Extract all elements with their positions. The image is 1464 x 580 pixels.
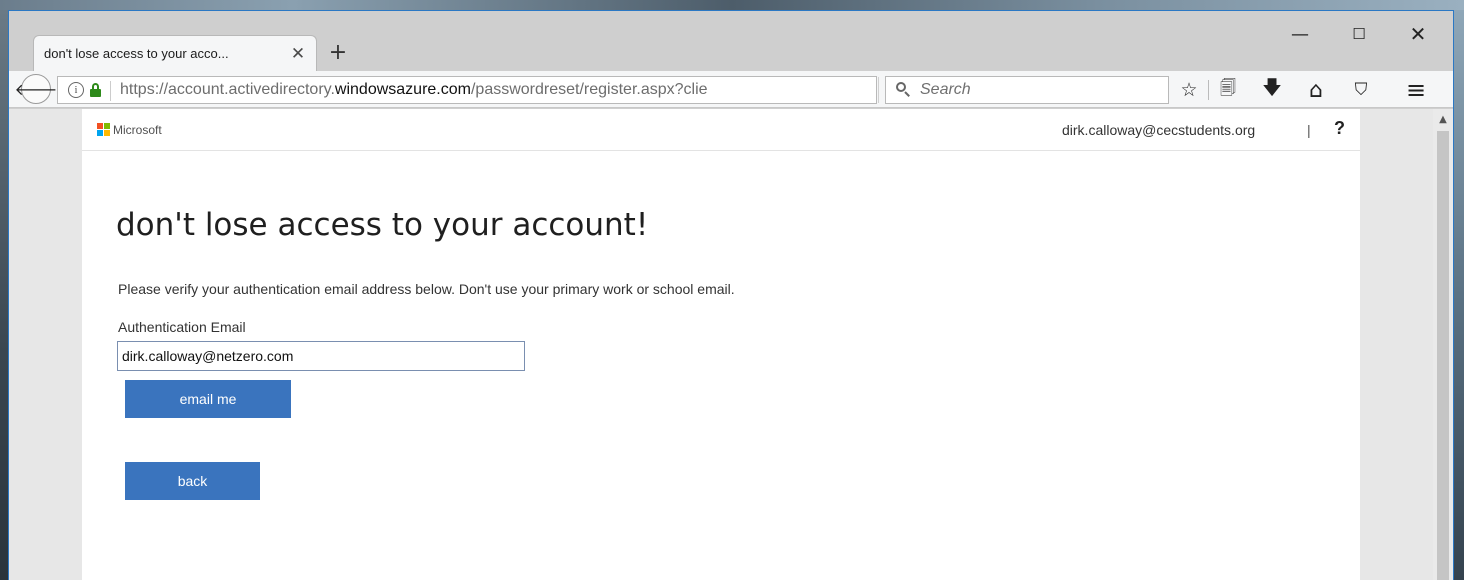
title-bar: don't lose access to your acco... ✕ + — … — [9, 11, 1453, 71]
toolbar-divider — [1208, 80, 1209, 100]
instruction-text: Please verify your authentication email … — [118, 281, 735, 297]
microsoft-logo-icon — [97, 123, 111, 137]
url-domain: windowsazure.com — [334, 81, 471, 98]
secure-lock-icon[interactable] — [90, 83, 101, 97]
pocket-icon[interactable]: ⛉ — [1348, 77, 1374, 103]
page-header: Microsoft dirk.calloway@cecstudents.org … — [82, 109, 1360, 151]
download-icon[interactable]: 🡇 — [1259, 77, 1285, 103]
browser-window: don't lose access to your acco... ✕ + — … — [8, 10, 1454, 580]
desktop-background-left — [0, 10, 8, 580]
url-suffix: /passwordreset/register.aspx?clie — [470, 81, 708, 98]
scroll-up-icon[interactable]: ▲ — [1433, 109, 1453, 129]
search-icon — [896, 82, 910, 97]
new-tab-button[interactable]: + — [327, 40, 349, 65]
search-placeholder: Search — [920, 81, 971, 98]
close-window-button[interactable]: ✕ — [1403, 19, 1433, 49]
back-button[interactable]: back — [125, 462, 260, 500]
page-viewport: Microsoft dirk.calloway@cecstudents.org … — [9, 109, 1453, 580]
url-text[interactable]: https://account.activedirectory.windowsa… — [120, 81, 708, 99]
url-divider — [110, 81, 111, 101]
tab-close-icon[interactable]: ✕ — [288, 44, 308, 64]
navigation-toolbar: 🡐 i https://account.activedirectory.wind… — [9, 71, 1453, 108]
help-icon[interactable]: ? — [1334, 118, 1345, 139]
tab-title: don't lose access to your acco... — [44, 46, 229, 61]
search-input[interactable]: Search — [885, 76, 1169, 104]
email-field-label: Authentication Email — [118, 319, 246, 335]
url-prefix: https://account.activedirectory. — [120, 81, 335, 98]
reading-list-icon[interactable]: 🗐 — [1215, 77, 1241, 103]
web-page: Microsoft dirk.calloway@cecstudents.org … — [82, 109, 1360, 580]
email-me-button[interactable]: email me — [125, 380, 291, 418]
address-bar[interactable]: i https://account.activedirectory.window… — [57, 76, 902, 104]
header-separator: | — [1307, 122, 1311, 138]
desktop-background-right — [1454, 10, 1464, 580]
vertical-scrollbar[interactable]: ▲ — [1433, 109, 1453, 580]
maximize-button[interactable]: ☐ — [1344, 19, 1374, 49]
site-info-icon[interactable]: i — [68, 82, 84, 98]
desktop-background — [0, 0, 1464, 10]
scroll-thumb[interactable] — [1437, 131, 1449, 580]
back-arrow-icon[interactable]: 🡐 — [15, 74, 57, 104]
menu-icon[interactable]: ≡ — [1403, 76, 1429, 104]
brand-name: Microsoft — [113, 123, 162, 137]
minimize-button[interactable]: — — [1285, 19, 1315, 49]
home-icon[interactable]: ⌂ — [1303, 77, 1329, 103]
browser-tab[interactable]: don't lose access to your acco... ✕ — [33, 35, 317, 71]
page-title: don't lose access to your account! — [116, 207, 649, 243]
star-icon[interactable]: ☆ — [1176, 77, 1202, 103]
authentication-email-field[interactable] — [117, 341, 525, 371]
signed-in-user[interactable]: dirk.calloway@cecstudents.org — [1062, 122, 1255, 138]
